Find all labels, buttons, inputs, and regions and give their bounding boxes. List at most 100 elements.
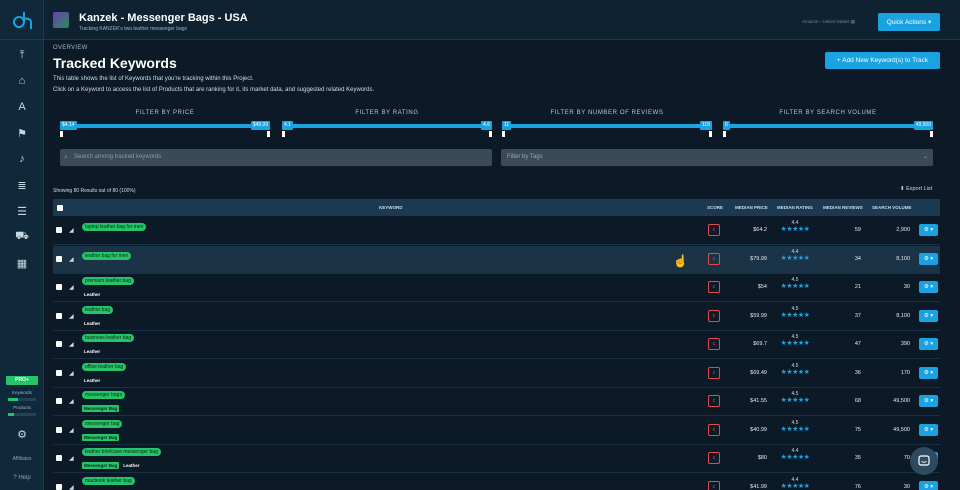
settings-gear-icon[interactable]: ⚙ xyxy=(0,428,44,441)
row-checkbox[interactable] xyxy=(56,284,62,290)
keyword-link[interactable]: office leather bag xyxy=(82,362,127,371)
row-actions-button[interactable]: ⚙ ▾ xyxy=(919,480,938,490)
filter-min-handle[interactable]: 4.1 xyxy=(282,121,293,130)
keyword-link[interactable]: macbook leather bag xyxy=(82,476,135,485)
row-actions-button[interactable]: ⚙ ▾ xyxy=(919,252,938,265)
range-handle-right[interactable] xyxy=(489,131,492,137)
filter-max-handle[interactable]: 4.6 xyxy=(481,121,492,130)
filter-slider[interactable]: FILTER BY PRICE $4.14 $49.99 xyxy=(60,110,270,140)
keyword-link[interactable]: premium leather bag xyxy=(82,277,134,285)
app-logo[interactable] xyxy=(0,0,44,40)
row-actions-button[interactable]: ⚙ ▾ xyxy=(919,309,938,322)
filter-min-handle[interactable]: 11 xyxy=(502,121,512,130)
keyword-tag[interactable]: Leather xyxy=(82,320,102,327)
database-icon[interactable]: ≣ xyxy=(0,172,44,198)
col-volume[interactable]: SEARCH VOLUME xyxy=(872,199,912,216)
keyword-link[interactable]: leather briefcase messenger bag xyxy=(82,448,161,456)
tag-icon[interactable]: ⚑ xyxy=(0,120,44,146)
range-handle-left[interactable] xyxy=(282,131,285,137)
filter-slider[interactable]: FILTER BY NUMBER OF REVIEWS 11 115 xyxy=(502,110,712,140)
filter-slider[interactable]: FILTER BY RATING 4.1 4.6 xyxy=(282,110,492,140)
row-checkbox[interactable] xyxy=(56,341,62,347)
range-handle-left[interactable] xyxy=(723,131,726,137)
row-checkbox[interactable] xyxy=(56,227,62,233)
row-actions-button[interactable]: ⚙ ▾ xyxy=(919,224,938,236)
filter-track[interactable] xyxy=(723,124,933,128)
table-row[interactable]: ◢ leather bag for men c $79.99 4.4 ★★★★★ 34 8,1… xyxy=(53,245,940,274)
col-score[interactable]: SCORE xyxy=(707,199,723,216)
table-row[interactable]: ◢ leather briefcase messenger bag Messenge… xyxy=(53,445,940,473)
sidebar-affiliates[interactable]: Affiliates xyxy=(0,456,44,462)
project-title[interactable]: Kanzek - Messenger Bags - USA xyxy=(79,12,248,24)
cart-icon[interactable]: ⛟ xyxy=(0,224,44,250)
row-checkbox[interactable] xyxy=(56,312,62,319)
signal-bars-icon: ◢ xyxy=(69,313,74,320)
filter-min-handle[interactable]: 0 xyxy=(723,121,730,130)
row-actions-button[interactable]: ⚙ ▾ xyxy=(919,423,938,436)
sidebar-help[interactable]: ? Help xyxy=(0,475,44,481)
keyword-tag[interactable]: Messenger Bag xyxy=(82,433,120,441)
chat-widget[interactable] xyxy=(910,447,938,475)
row-checkbox[interactable] xyxy=(56,483,62,490)
keyword-tag[interactable]: Messenger Bag xyxy=(82,462,120,469)
home-icon[interactable]: ⌂ xyxy=(0,68,44,94)
table-row[interactable]: ◢ laptop leather bag for men c $64.2 4.4 ★★★★… xyxy=(53,217,940,245)
keyword-link[interactable]: messenger bags xyxy=(82,391,125,399)
filter-min-handle[interactable]: $4.14 xyxy=(60,121,77,130)
add-keywords-button[interactable]: + Add New Keyword(s) to Track xyxy=(825,52,940,69)
project-thumbnail[interactable] xyxy=(53,12,69,28)
select-all-checkbox[interactable] xyxy=(57,205,63,211)
range-handle-right[interactable] xyxy=(930,131,933,137)
row-actions-button[interactable]: ⚙ ▾ xyxy=(919,338,938,350)
filter-max-handle[interactable]: $49.99 xyxy=(250,121,270,130)
keyword-tag[interactable]: Leather xyxy=(121,462,141,469)
row-actions-button[interactable]: ⚙ ▾ xyxy=(919,281,938,293)
row-checkbox[interactable] xyxy=(56,426,62,433)
keyword-tag[interactable]: Messenger Bag xyxy=(82,405,120,412)
table-row[interactable]: ◢ messenger bag Messenger Bag c $40.99 4.5 ★★★… xyxy=(53,417,940,445)
row-actions-button[interactable]: ⚙ ▾ xyxy=(919,366,938,379)
keyword-link[interactable]: leather bag for men xyxy=(82,251,132,260)
quick-actions-button[interactable]: Quick Actions ▾ xyxy=(878,13,940,31)
filter-track[interactable] xyxy=(60,124,270,128)
keyword-search-input[interactable]: ⌕ Search among tracked keywords xyxy=(60,149,492,166)
keyword-link[interactable]: business leather bag xyxy=(82,334,135,342)
keyword-link[interactable]: leather bag xyxy=(82,305,114,314)
range-handle-right[interactable] xyxy=(267,131,270,137)
export-list-button[interactable]: ⬇ Export List xyxy=(900,186,932,192)
row-checkbox[interactable] xyxy=(56,255,62,262)
calendar-icon[interactable]: ▦ xyxy=(0,250,44,276)
keyword-link[interactable]: laptop leather bag for men xyxy=(82,223,147,231)
range-handle-left[interactable] xyxy=(502,131,505,137)
table-row[interactable]: ◢ leather bag Leather c $59.99 4.5 ★★★★★ 37 8,10… xyxy=(53,303,940,331)
keyword-tag[interactable]: Leather xyxy=(82,291,102,298)
row-checkbox[interactable] xyxy=(56,369,62,376)
col-price[interactable]: MEDIAN PRICE xyxy=(735,199,768,216)
filter-slider[interactable]: FILTER BY SEARCH VOLUME 0 49,500 xyxy=(723,110,933,140)
keyword-tag[interactable]: Leather xyxy=(82,348,102,355)
table-row[interactable]: ◢ messenger bags Messenger Bag c $41.55 4.5 ★★… xyxy=(53,388,940,416)
keyword-tag[interactable]: Leather xyxy=(82,377,102,384)
tag-filter-select[interactable]: Filter by Tags ⌄ xyxy=(501,149,933,166)
range-handle-right[interactable] xyxy=(709,131,712,137)
text-icon[interactable]: A xyxy=(0,94,44,120)
row-checkbox[interactable] xyxy=(56,455,62,461)
table-row[interactable]: ◢macbook leather bagLeatherc$41.994.4★★★… xyxy=(53,474,940,490)
col-keyword[interactable]: KEYWORD xyxy=(379,199,403,216)
filter-max-handle[interactable]: 115 xyxy=(700,121,712,130)
row-actions-button[interactable]: ⚙ ▾ xyxy=(919,395,938,407)
list-icon[interactable]: ☰ xyxy=(0,198,44,224)
range-handle-left[interactable] xyxy=(60,131,63,137)
row-checkbox[interactable] xyxy=(56,398,62,404)
table-row[interactable]: ◢ premium leather bag Leather c $54 4.5 ★★★★★ 2… xyxy=(53,274,940,302)
bell-icon[interactable]: ♪ xyxy=(0,146,44,172)
col-rating[interactable]: MEDIAN RATING xyxy=(777,199,813,216)
upload-icon[interactable]: ⤒ xyxy=(0,42,44,68)
filter-track[interactable] xyxy=(502,124,712,128)
col-reviews[interactable]: MEDIAN REVIEWS xyxy=(823,199,863,216)
table-row[interactable]: ◢ office leather bag Leather c $69.49 4.5 ★★★★… xyxy=(53,360,940,388)
filter-max-handle[interactable]: 49,500 xyxy=(913,121,933,130)
keyword-link[interactable]: messenger bag xyxy=(82,419,123,428)
filter-track[interactable] xyxy=(282,124,492,128)
table-row[interactable]: ◢ business leather bag Leather c $69.7 4.5 ★★★… xyxy=(53,331,940,359)
